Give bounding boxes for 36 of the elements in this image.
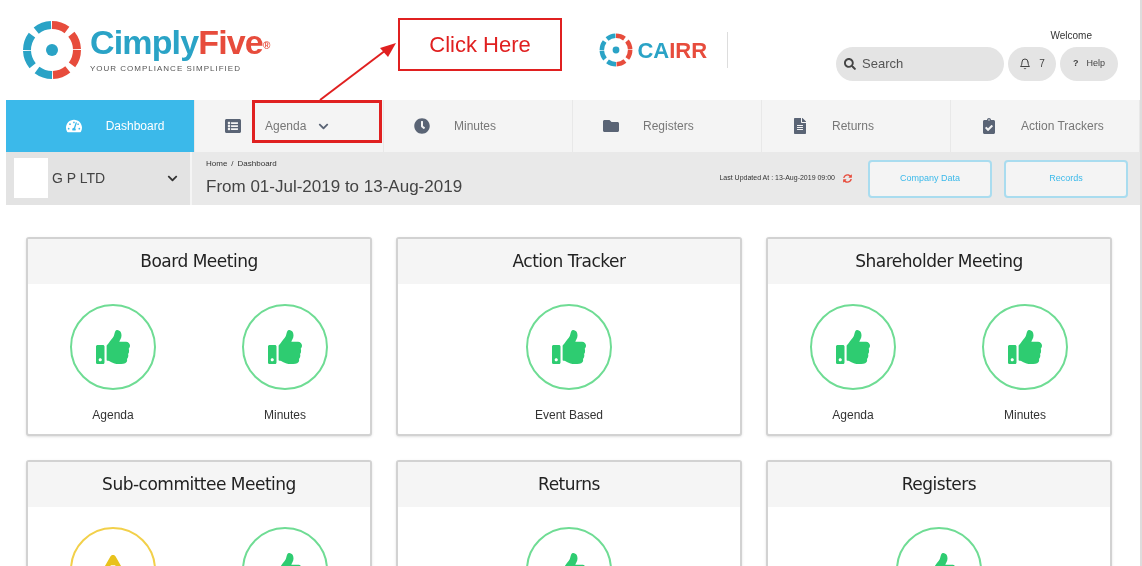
item-label[interactable]: Minutes [1004,406,1046,424]
breadcrumb-link[interactable]: Dashboard [237,157,277,170]
search-field[interactable]: Search [836,46,1004,81]
item-label[interactable]: Minutes [264,406,306,424]
date-range: From 01-Jul-2019 to 13-Aug-2019 [206,175,463,198]
company-selector[interactable]: G P LTD [6,152,190,205]
bell-icon [1019,57,1032,70]
card-title: Returns [538,472,600,496]
help-button[interactable]: ? Help [1060,46,1118,81]
card-title: Registers [901,472,977,496]
item-label[interactable]: Event Based [534,406,603,424]
brand-name: CimplyFive$^{®}$ [90,25,270,59]
card-title: Sub-committee Meeting [102,472,296,496]
breadcrumb-separator: / [231,157,234,170]
callout-box: Click Here [398,18,562,71]
card-title: Action Tracker [512,249,626,273]
nav-icon [65,118,82,134]
search-icon [844,57,856,70]
nav-icon [792,118,808,134]
nav-icon [981,118,997,134]
ring-logo-icon [599,33,634,67]
chevron-down-icon [167,173,178,184]
welcome-text: Welcome [1050,28,1092,43]
breadcrumb-link[interactable]: Home [206,157,228,170]
refresh-icon[interactable] [843,174,852,183]
nav-icon [603,118,619,134]
nav-icon [414,118,430,134]
product-name: CAIRR [637,36,708,65]
ring-logo-icon [22,20,82,80]
item-label[interactable]: Agenda [92,406,134,424]
nav-icon [225,118,241,134]
card-title: Board Meeting [140,249,258,273]
card-title: Shareholder Meeting [855,249,1023,273]
item-label[interactable]: Agenda [832,406,874,424]
notifications-button[interactable]: 7 [1008,46,1056,81]
brand-tagline: YOUR COMPLIANCE SIMPLIFIED [90,63,242,75]
